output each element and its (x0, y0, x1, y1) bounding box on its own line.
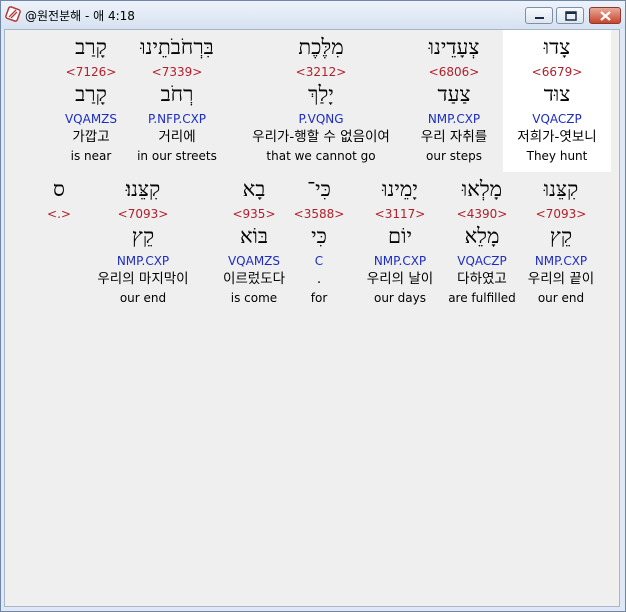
parse-code: NMP.CXP (427, 112, 481, 126)
strong-number: <.> (47, 207, 71, 221)
korean-gloss: 우리의 끝이 (527, 271, 595, 287)
title-bar[interactable]: @원전분해 - 애 4:18 (1, 1, 625, 29)
word-cell[interactable]: כִּי־ <3588> כִּי C. for (293, 172, 345, 314)
english-gloss: that we cannot go (266, 149, 376, 163)
lemma-word: קָרַב (75, 82, 107, 106)
strong-number: <7339> (151, 65, 203, 79)
strong-number: <3212> (295, 65, 347, 79)
lemma-word: מָלֵא (464, 224, 500, 248)
lemma-word: יָלַךְ (308, 82, 334, 106)
word-cell[interactable]: מִלֶּכֶת <3212> יָלַךְ P.VQNG 우리가-행할 수 없음이여 t… (237, 30, 405, 172)
korean-gloss: 이르렀도다 (222, 271, 286, 287)
word-cell[interactable]: ס <.> (41, 172, 77, 314)
korean-gloss: 우리의 마지막이 (97, 271, 189, 287)
hebrew-word: מָלְאוּ (461, 177, 503, 201)
word-cell[interactable]: קָרַב <7126> קָרַב VQAMZS 가깝고 is near (55, 30, 127, 172)
app-window: @원전분해 - 애 4:18 צָדוּ <6679> צוּד VQACZP 저희가-… (0, 0, 626, 612)
korean-gloss: 다하였고 (457, 271, 507, 287)
korean-gloss: 거리에 (158, 129, 196, 145)
minimize-icon (535, 17, 544, 19)
analysis-panel[interactable]: צָדוּ <6679> צוּד VQACZP 저희가-엿보니 They hunt צְע… (4, 29, 620, 607)
parse-code: NMP.CXP (116, 254, 170, 268)
parse-code: NMP.CXP (373, 254, 427, 268)
hebrew-word: מִלֶּכֶת (298, 35, 344, 59)
lemma-word: יוֹם (388, 224, 412, 248)
hebrew-word: כִּי־ (307, 177, 331, 201)
parse-code: P.NFP.CXP (147, 112, 207, 126)
english-gloss: our steps (426, 149, 482, 163)
hebrew-word: צְעָדֵינוּ (428, 35, 480, 59)
close-icon (600, 11, 611, 21)
korean-gloss: 우리의 날이 (366, 271, 434, 287)
korean-gloss: 우리가-행할 수 없음이여 (252, 129, 390, 145)
hebrew-word: קָרַב (75, 35, 107, 59)
english-gloss: our end (119, 291, 167, 305)
english-gloss: our end (537, 291, 585, 305)
strong-number: <7093> (535, 207, 587, 221)
strong-number: <3117> (374, 207, 426, 221)
minimize-button[interactable] (525, 7, 553, 24)
strong-number: <6679> (531, 65, 583, 79)
strong-number: <3588> (293, 207, 345, 221)
parse-code: NMP.CXP (534, 254, 588, 268)
lemma-word: כִּי (311, 224, 327, 248)
hebrew-word: קִצֵּנוּ׃ (125, 177, 161, 201)
hebrew-word: בָא (242, 177, 266, 201)
english-gloss: They hunt (526, 149, 588, 163)
english-gloss: in our streets (137, 149, 217, 163)
window-title: @원전분해 - 애 4:18 (25, 9, 135, 23)
lemma-word: רְחֹב (160, 82, 194, 106)
parse-code: VQACZP (532, 112, 582, 126)
word-cell[interactable]: בָא <935> בּוֹא VQAMZS 이르렀도다 is come (211, 172, 297, 314)
english-gloss: is come (230, 291, 278, 305)
parse-code: VQAMZS (227, 254, 281, 268)
strong-number: <7126> (65, 65, 117, 79)
korean-gloss: 우리 자취를 (420, 129, 488, 145)
hebrew-word: בִּרְחֹבֹתֵינוּ (140, 35, 214, 59)
word-cell[interactable]: צָדוּ <6679> צוּד VQACZP 저희가-엿보니 They hunt (503, 30, 611, 172)
word-cell[interactable]: מָלְאוּ <4390> מָלֵא VQACZP 다하였고 are fulfille… (443, 172, 521, 314)
app-icon[interactable] (5, 6, 21, 22)
close-button[interactable] (589, 7, 621, 24)
english-gloss: for (310, 291, 328, 305)
korean-gloss: 가깝고 (72, 129, 110, 145)
hebrew-word: צָדוּ (543, 35, 571, 59)
lemma-word: בּוֹא (239, 224, 269, 248)
word-cell[interactable]: קִצֵּנוּ׃ <7093> קֵץ NMP.CXP 우리의 마지막이 our end (81, 172, 205, 314)
english-gloss: our days (373, 291, 427, 305)
hebrew-word: ס (53, 177, 65, 201)
parse-code: VQAMZS (64, 112, 118, 126)
parse-code: P.VQNG (298, 112, 344, 126)
lemma-word: צַעַד (437, 82, 471, 106)
korean-gloss: . (316, 271, 322, 287)
parse-code: C (314, 254, 324, 268)
parse-code: VQACZP (457, 254, 507, 268)
word-cell[interactable]: צְעָדֵינוּ <6806> צַעַד NMP.CXP 우리 자취를 our st… (403, 30, 505, 172)
english-gloss: are fulfilled (448, 291, 516, 305)
maximize-icon (565, 11, 577, 21)
hebrew-word: יָמֵינוּ (382, 177, 418, 201)
word-cell[interactable]: יָמֵינוּ <3117> יוֹם NMP.CXP 우리의 날이 our days (361, 172, 439, 314)
strong-number: <6806> (428, 65, 480, 79)
strong-number: <4390> (456, 207, 508, 221)
lemma-word: קֵץ (549, 224, 573, 248)
maximize-button[interactable] (556, 7, 584, 24)
lemma-word: קֵץ (131, 224, 155, 248)
strong-number: <7093> (117, 207, 169, 221)
word-cell[interactable]: קִצֵּנוּ <7093> קֵץ NMP.CXP 우리의 끝이 our end (523, 172, 599, 314)
strong-number: <935> (232, 207, 276, 221)
korean-gloss: 저희가-엿보니 (517, 129, 597, 145)
word-cell[interactable]: בִּרְחֹבֹתֵינוּ <7339> רְחֹב P.NFP.CXP 거리에 in… (127, 30, 227, 172)
english-gloss: is near (70, 149, 112, 163)
lemma-word: צוּד (543, 82, 571, 106)
hebrew-word: קִצֵּנוּ (543, 177, 579, 201)
